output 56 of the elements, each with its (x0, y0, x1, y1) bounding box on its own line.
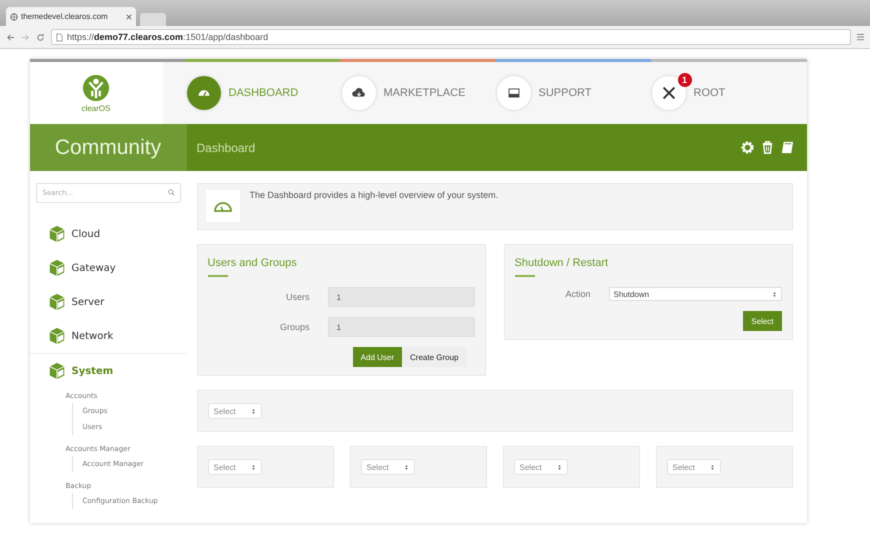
book-icon[interactable] (780, 140, 794, 155)
menu-icon[interactable] (857, 33, 864, 41)
field-label: Action (564, 289, 590, 299)
reload-icon[interactable] (36, 32, 45, 42)
globe-icon (10, 12, 18, 20)
url-text: https://demo77.clearos.com:1501/app/dashboard (67, 32, 268, 42)
updown-icon (772, 290, 776, 298)
tab-title: themedevel.clearos.com (21, 12, 109, 21)
action-button[interactable]: Add User (352, 347, 402, 367)
nav-tab[interactable]: SUPPORT (496, 76, 652, 110)
close-icon[interactable] (126, 14, 132, 20)
address-bar[interactable]: https://demo77.clearos.com:1501/app/dashboard (51, 29, 851, 45)
edition-label: Community (30, 124, 186, 171)
back-icon[interactable] (6, 32, 15, 42)
nav-tab[interactable]: 1 ROOT (652, 76, 806, 110)
widget-dropdown[interactable]: Select (208, 403, 262, 419)
widget-dropdown[interactable]: Select (666, 459, 720, 475)
search-icon (168, 189, 174, 196)
card-title: Shutdown / Restart (514, 257, 610, 269)
nav-tab[interactable]: DASHBOARD (186, 76, 342, 110)
input-field[interactable]: 1 (328, 317, 474, 337)
cube-icon (48, 362, 66, 380)
select-button[interactable]: Select (743, 311, 782, 331)
logo-icon (82, 74, 110, 102)
browser-tab[interactable]: themedevel.clearos.com (6, 7, 136, 26)
cube-icon (48, 225, 66, 243)
sidebar-item[interactable]: System (30, 354, 186, 388)
field-label: Groups (278, 322, 310, 332)
widget-dropdown[interactable]: Select (360, 459, 414, 475)
page-icon (56, 32, 63, 42)
updown-icon (556, 464, 562, 470)
cube-icon (48, 259, 66, 277)
sidebar-item[interactable]: Network (30, 319, 186, 353)
cube-icon (48, 293, 66, 311)
nav-tab[interactable]: MARKETPLACE (342, 76, 496, 110)
field-label: Users (284, 292, 310, 302)
updown-icon (710, 464, 714, 470)
widget-dropdown[interactable]: Select (208, 459, 262, 475)
widget-dropdown[interactable]: Select (514, 459, 568, 475)
sidebar-item[interactable]: Cloud (30, 217, 186, 251)
action-dropdown[interactable]: Shutdown (608, 287, 782, 301)
sidebar-item[interactable]: Server (30, 285, 186, 319)
input-field[interactable]: 1 (328, 287, 474, 307)
info-text: The Dashboard provides a high-level overview of your system. (250, 190, 498, 200)
updown-icon (404, 464, 408, 470)
card-title: Users and Groups (208, 257, 298, 269)
action-button[interactable]: Create Group (402, 347, 466, 367)
page-title: Dashboard (196, 140, 256, 154)
updown-icon (250, 408, 256, 414)
gauge-icon (212, 199, 232, 213)
logo-text: clearOS (82, 104, 110, 112)
notification-badge: 1 (678, 73, 692, 87)
sidebar-item[interactable]: Gateway (30, 251, 186, 285)
updown-icon (250, 464, 256, 470)
settings-icon[interactable] (740, 140, 754, 155)
cube-icon (48, 327, 66, 345)
